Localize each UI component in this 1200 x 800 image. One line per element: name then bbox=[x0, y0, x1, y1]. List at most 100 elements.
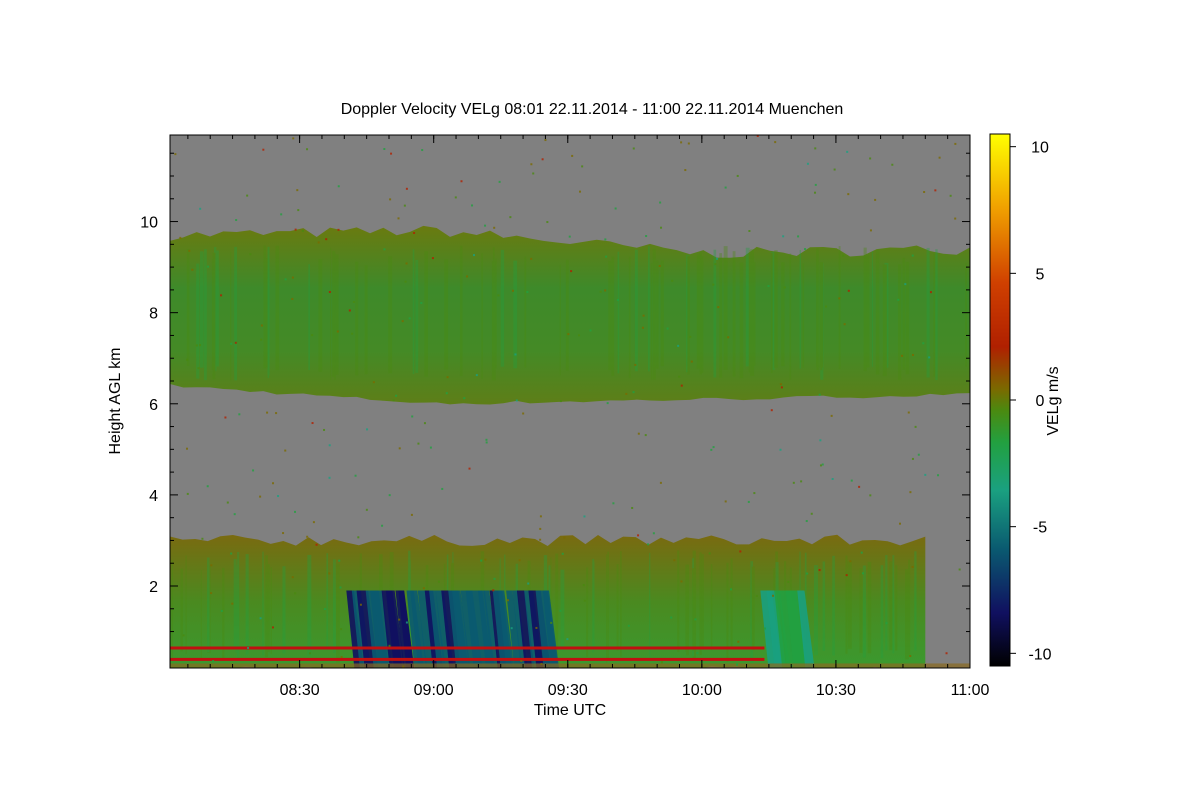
noise-speck bbox=[233, 513, 236, 516]
texture-stripe bbox=[185, 555, 187, 654]
noise-speck bbox=[328, 476, 331, 479]
noise-speck bbox=[958, 568, 961, 571]
texture-stripe bbox=[308, 264, 310, 371]
noise-speck bbox=[220, 609, 223, 612]
noise-speck bbox=[511, 289, 514, 292]
noise-speck bbox=[301, 229, 304, 232]
noise-speck bbox=[578, 334, 581, 337]
noise-speck bbox=[266, 411, 269, 414]
texture-stripe bbox=[234, 246, 238, 381]
noise-speck bbox=[637, 534, 640, 537]
x-tick-label: 10:00 bbox=[682, 682, 722, 699]
colorbar-tick-label: -10 bbox=[1028, 646, 1051, 663]
noise-speck bbox=[431, 257, 434, 260]
noise-speck bbox=[833, 168, 836, 171]
noise-speck bbox=[641, 326, 644, 329]
noise-speck bbox=[199, 207, 202, 210]
noise-speck bbox=[911, 254, 914, 257]
noise-speck bbox=[340, 628, 343, 631]
noise-speck bbox=[659, 201, 662, 204]
texture-stripe bbox=[334, 253, 336, 381]
noise-speck bbox=[259, 495, 262, 498]
noise-speck bbox=[497, 294, 500, 297]
noise-speck bbox=[589, 329, 592, 332]
noise-speck bbox=[806, 572, 809, 575]
noise-speck bbox=[869, 494, 872, 497]
noise-speck bbox=[673, 559, 676, 562]
noise-speck bbox=[774, 141, 777, 144]
noise-speck bbox=[397, 217, 400, 220]
noise-speck bbox=[904, 283, 907, 286]
texture-stripe bbox=[774, 250, 778, 368]
noise-speck bbox=[546, 221, 549, 224]
noise-speck bbox=[730, 588, 733, 591]
texture-stripe bbox=[617, 251, 620, 374]
texture-stripe bbox=[677, 550, 680, 653]
noise-speck bbox=[284, 278, 287, 281]
noise-speck bbox=[747, 500, 750, 503]
noise-speck bbox=[582, 584, 585, 587]
colorbar-tick-label: 0 bbox=[1036, 393, 1045, 410]
noise-speck bbox=[328, 290, 331, 293]
noise-speck bbox=[284, 449, 287, 452]
noise-speck bbox=[522, 412, 525, 415]
texture-stripe bbox=[565, 259, 569, 371]
noise-speck bbox=[583, 599, 586, 602]
noise-speck bbox=[885, 622, 888, 625]
noise-speck bbox=[247, 646, 250, 649]
noise-speck bbox=[818, 569, 821, 572]
noise-speck bbox=[306, 535, 309, 538]
noise-speck bbox=[463, 397, 466, 400]
noise-speck bbox=[938, 156, 941, 159]
noise-speck bbox=[849, 560, 852, 563]
noise-speck bbox=[625, 392, 628, 395]
noise-speck bbox=[632, 147, 635, 150]
colorbar-tick-label: 10 bbox=[1031, 140, 1049, 157]
noise-speck bbox=[818, 393, 821, 396]
noise-speck bbox=[389, 198, 392, 201]
noise-speck bbox=[689, 335, 692, 338]
texture-stripe bbox=[710, 564, 713, 651]
texture-stripe bbox=[262, 551, 264, 656]
noise-speck bbox=[785, 650, 788, 653]
noise-speck bbox=[234, 341, 237, 344]
noise-speck bbox=[901, 354, 904, 357]
noise-speck bbox=[383, 147, 386, 150]
noise-speck bbox=[737, 640, 740, 643]
noise-speck bbox=[914, 425, 917, 428]
texture-stripe bbox=[233, 558, 237, 649]
colorbar-tick-label: 5 bbox=[1036, 266, 1045, 283]
noise-speck bbox=[680, 580, 683, 583]
noise-speck bbox=[767, 285, 770, 288]
noise-speck bbox=[606, 402, 609, 405]
noise-speck bbox=[770, 409, 773, 412]
noise-speck bbox=[182, 634, 185, 637]
noise-speck bbox=[337, 185, 340, 188]
texture-stripe bbox=[685, 564, 689, 652]
x-tick-label: 09:00 bbox=[414, 682, 454, 699]
noise-speck bbox=[861, 572, 864, 575]
texture-stripe bbox=[660, 260, 664, 367]
noise-speck bbox=[372, 381, 375, 384]
noise-speck bbox=[581, 165, 584, 168]
texture-stripe bbox=[770, 252, 773, 374]
texture-stripe bbox=[751, 566, 755, 651]
noise-speck bbox=[186, 358, 189, 361]
noise-speck bbox=[792, 481, 795, 484]
noise-speck bbox=[830, 414, 833, 417]
noise-speck bbox=[471, 204, 474, 207]
noise-speck bbox=[632, 391, 635, 394]
noise-speck bbox=[403, 204, 406, 207]
texture-stripe bbox=[935, 249, 938, 381]
noise-speck bbox=[354, 474, 357, 477]
noise-speck bbox=[684, 169, 687, 172]
texture-stripe bbox=[867, 561, 872, 654]
noise-speck bbox=[544, 139, 547, 142]
noise-speck bbox=[484, 558, 487, 561]
noise-speck bbox=[179, 236, 182, 239]
noise-speck bbox=[291, 576, 294, 579]
noise-speck bbox=[739, 550, 742, 553]
texture-stripe bbox=[832, 555, 835, 656]
noise-speck bbox=[210, 592, 213, 595]
noise-speck bbox=[460, 180, 463, 183]
